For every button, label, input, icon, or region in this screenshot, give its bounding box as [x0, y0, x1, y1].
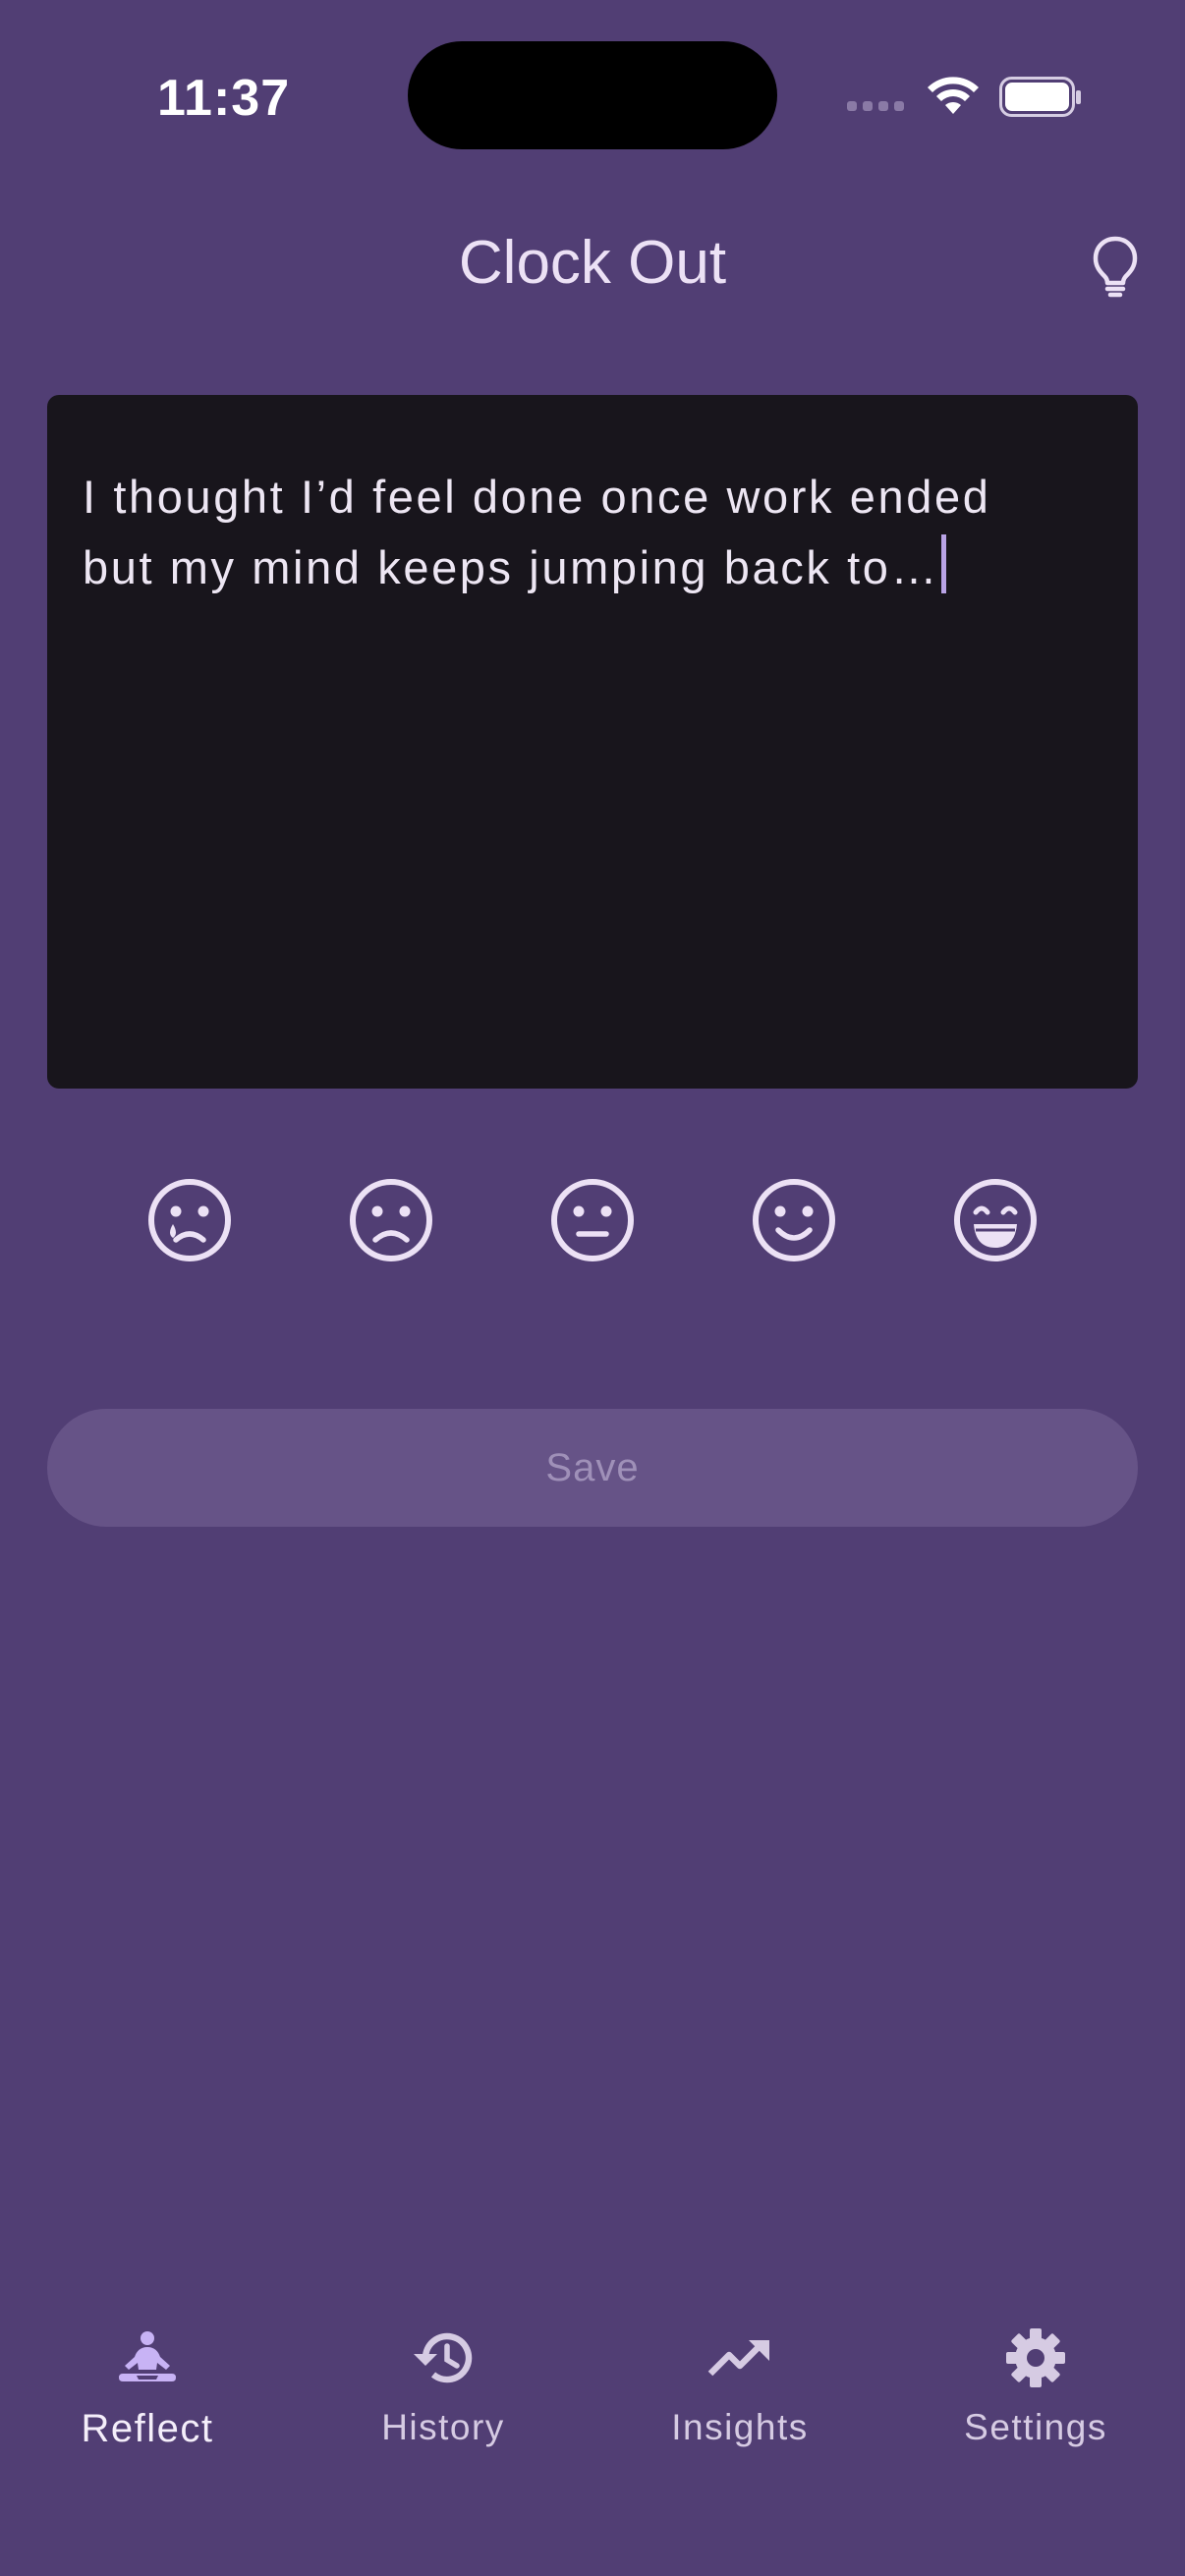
nav-label-reflect: Reflect — [81, 2407, 214, 2450]
very-sad-face-icon — [148, 1179, 231, 1261]
nav-item-insights[interactable]: Insights — [622, 2299, 858, 2456]
nav-label-settings: Settings — [964, 2407, 1107, 2447]
trending-up-icon — [707, 2340, 769, 2377]
text-cursor — [941, 534, 947, 593]
journal-text-content: I thought I’d feel done once work ended … — [83, 471, 991, 593]
nav-icon-wrap — [1005, 2319, 1066, 2397]
nav-item-settings[interactable]: Settings — [918, 2299, 1154, 2456]
nav-icon-wrap — [412, 2319, 475, 2397]
nav-icon-wrap — [117, 2319, 178, 2397]
status-bar: 11:37 — [0, 0, 1185, 196]
gear-icon — [1006, 2328, 1065, 2387]
neutral-face-icon — [551, 1179, 634, 1261]
journal-text[interactable]: I thought I’d feel done once work ended … — [83, 462, 1102, 603]
happy-face-icon — [753, 1179, 835, 1261]
mood-sad-button[interactable] — [348, 1177, 434, 1263]
very-happy-face-icon — [954, 1179, 1037, 1261]
battery-icon — [999, 77, 1081, 117]
meditation-icon — [119, 2331, 176, 2381]
journal-text-area[interactable]: I thought I’d feel done once work ended … — [47, 395, 1138, 1089]
bottom-nav: Reflect History Insights Settings — [0, 2299, 1185, 2495]
save-button[interactable]: Save — [47, 1409, 1138, 1527]
mood-selector — [0, 1177, 1185, 1263]
nav-label-insights: Insights — [671, 2407, 809, 2447]
mood-very-happy-button[interactable] — [952, 1177, 1039, 1263]
nav-icon-wrap — [707, 2319, 772, 2397]
cellular-signal-icon — [847, 101, 904, 111]
nav-item-reflect[interactable]: Reflect — [29, 2299, 265, 2456]
lightbulb-icon — [1093, 236, 1138, 298]
wifi-icon — [928, 77, 979, 114]
mood-happy-button[interactable] — [751, 1177, 837, 1263]
history-icon — [414, 2332, 473, 2383]
page-title: Clock Out — [458, 229, 727, 297]
mood-neutral-button[interactable] — [549, 1177, 636, 1263]
status-time: 11:37 — [157, 70, 291, 127]
nav-label-history: History — [381, 2407, 505, 2447]
mood-very-sad-button[interactable] — [146, 1177, 233, 1263]
tips-button[interactable] — [1081, 228, 1150, 307]
nav-item-history[interactable]: History — [325, 2299, 561, 2456]
sad-face-icon — [350, 1179, 432, 1261]
dynamic-island — [408, 41, 777, 149]
